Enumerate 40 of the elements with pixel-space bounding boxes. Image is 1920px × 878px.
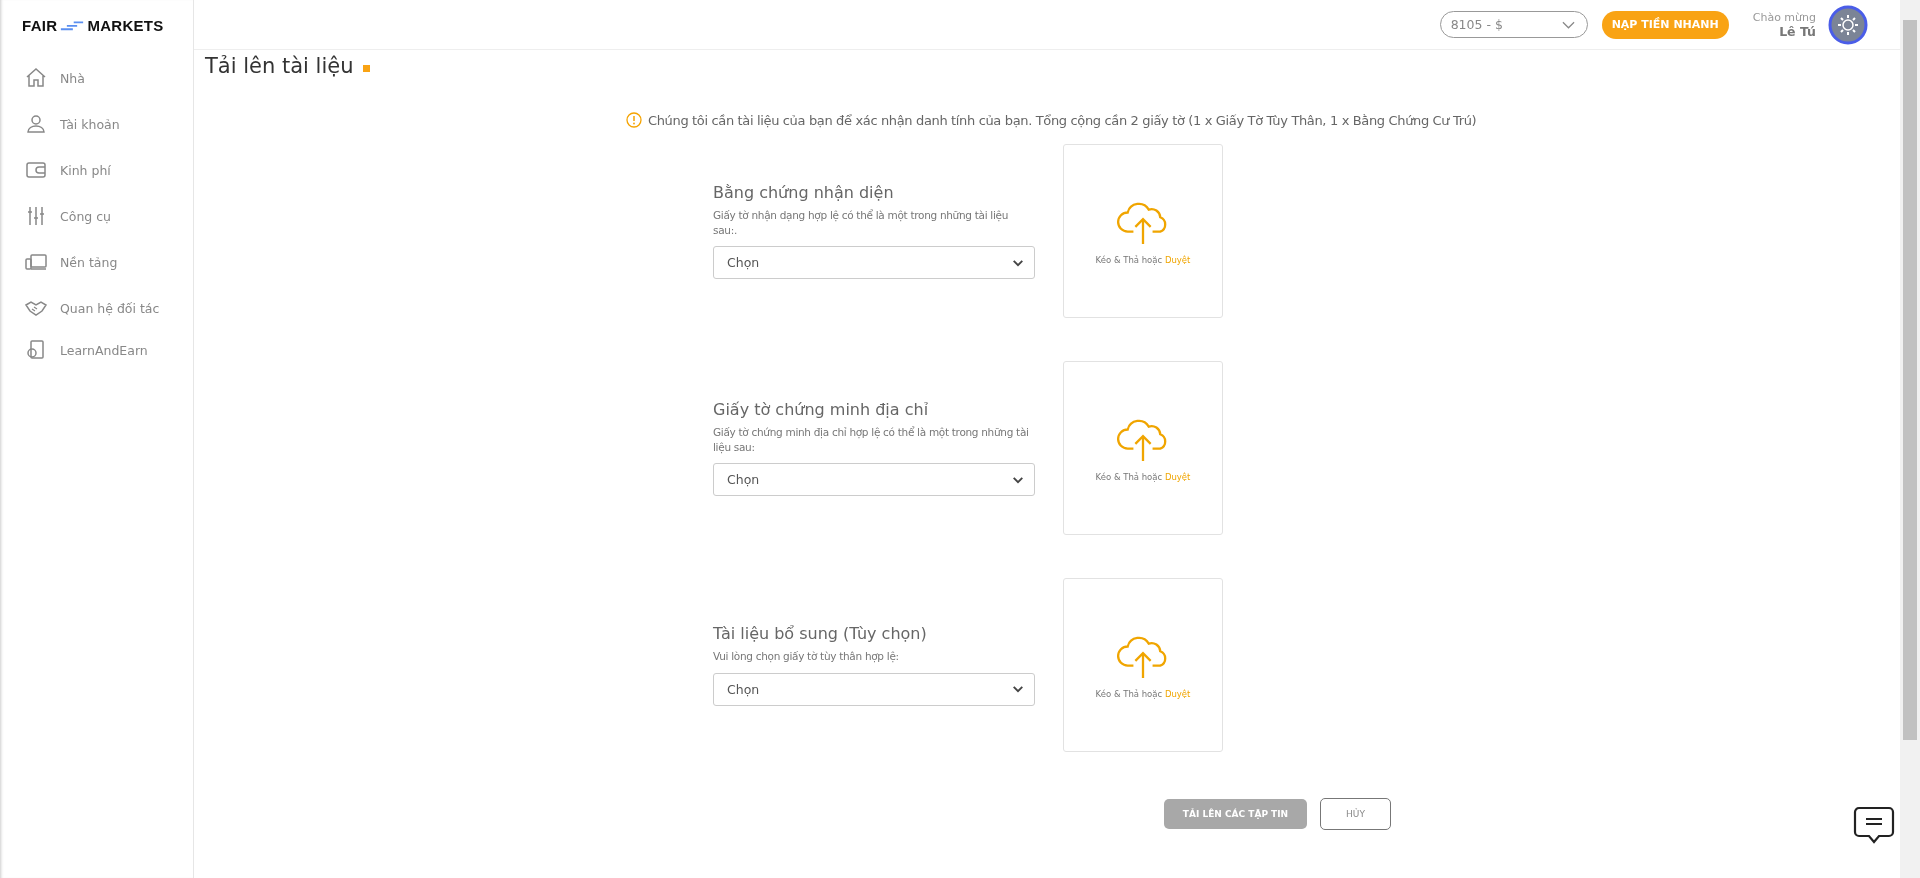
home-icon [24, 66, 48, 90]
upload-dropzone[interactable]: Kéo & Thả hoặc Duyệt [1063, 578, 1223, 752]
drop-text: Kéo & Thả hoặc Duyệt [1095, 689, 1191, 699]
drop-text: Kéo & Thả hoặc Duyệt [1095, 472, 1191, 482]
sidebar-item[interactable]: Công cụ [0, 193, 193, 239]
chevron-down-icon [1012, 685, 1024, 694]
sidebar-item[interactable]: LearnAndEarn [0, 331, 193, 369]
sidebar-item[interactable]: Nhà [0, 55, 193, 101]
chevron-down-icon [1561, 20, 1575, 29]
sidebar-item[interactable]: Tài khoản [0, 101, 193, 147]
warning-icon [626, 112, 642, 128]
document-select[interactable]: Chọn [713, 463, 1035, 497]
sidebar-item[interactable]: Quan hệ đối tác [0, 285, 193, 331]
document-select[interactable]: Chọn [713, 672, 1035, 706]
title-marker [363, 64, 371, 72]
logo[interactable]: FAIR MARKETS [0, 0, 193, 35]
chevron-down-icon [1012, 475, 1024, 484]
section-title: Giấy tờ chứng minh địa chỉ [713, 399, 930, 419]
scrollbar[interactable] [1900, 0, 1920, 878]
upload-dropzone[interactable]: Kéo & Thả hoặc Duyệt [1063, 361, 1223, 535]
greeting-text: Chào mừng [1752, 10, 1816, 24]
notice-text: Chúng tôi cần tài liệu của bạn để xác nhận danh tính của bạn. Tổng cộng cần 2 giấy tờ (1 x Giấy Tờ Tùy Thân, 1 x Bằng Chứng Cư Trú) [648, 112, 1477, 128]
upload-dropzone[interactable]: Kéo & Thả hoặc Duyệt [1063, 144, 1223, 318]
section-title: Bằng chứng nhận diện [713, 182, 895, 202]
section-hint: Giấy tờ chứng minh địa chỉ hợp lệ có thể là một trong những tài liệu sau: [713, 424, 1030, 456]
settings-icon[interactable] [1828, 4, 1868, 45]
cancel-button[interactable]: HỦY [1320, 798, 1391, 830]
page-title: Tải lên tài liệu [205, 54, 354, 78]
chevron-down-icon [1012, 258, 1024, 267]
section-hint: Giấy tờ nhận dạng hợp lệ có thể là một trong những tài liệu sau:. [713, 207, 1010, 238]
sidebar-item[interactable]: Kinh phí [0, 147, 193, 193]
chat-icon[interactable] [1853, 806, 1895, 846]
user-name: Lê Tú [1779, 23, 1816, 39]
user-icon [24, 112, 48, 136]
section-hint: Vui lòng chọn giấy tờ tùy thân hợp lệ: [713, 649, 900, 665]
deposit-button[interactable]: NẠP TIỀN NHANH [1601, 10, 1729, 39]
sidebar-item[interactable]: Nền tảng [0, 239, 193, 285]
drop-text: Kéo & Thả hoặc Duyệt [1095, 255, 1191, 265]
section-title: Tài liệu bổ sung (Tùy chọn) [713, 624, 928, 644]
document-select[interactable]: Chọn [713, 246, 1035, 280]
